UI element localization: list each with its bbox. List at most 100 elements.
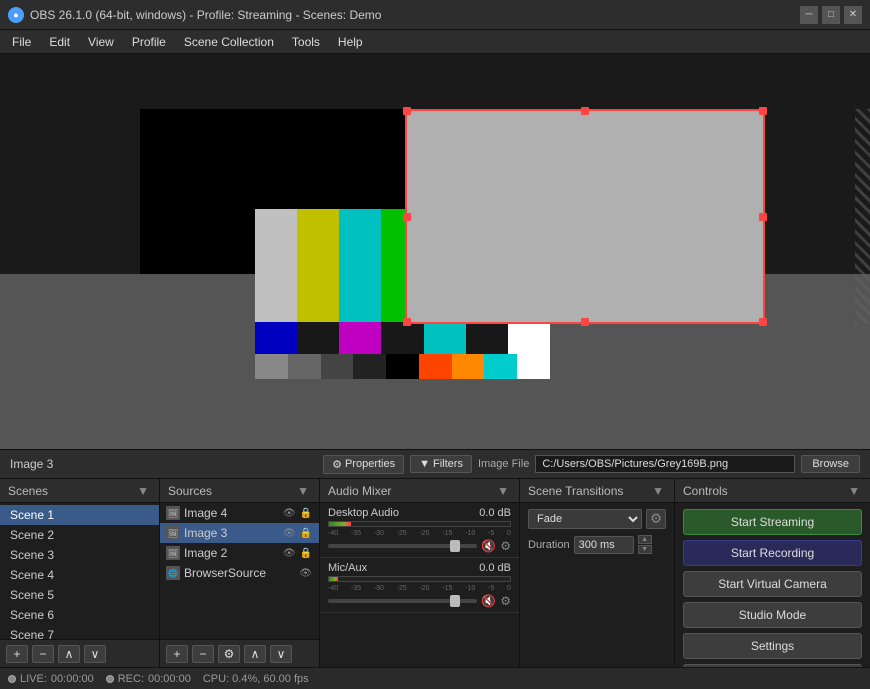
scene-item-1[interactable]: Scene 1 [0, 505, 159, 525]
scenes-add-button[interactable]: + [6, 645, 28, 663]
duration-spinner: ▲ ▼ [638, 535, 652, 554]
ramp-white [517, 354, 550, 379]
scene-item-4[interactable]: Scene 4 [0, 565, 159, 585]
scenes-list: Scene 1 Scene 2 Scene 3 Scene 4 Scene 5 … [0, 503, 159, 639]
mic-audio-name: Mic/Aux [328, 562, 367, 574]
scenes-filter-icon[interactable]: ▼ [135, 484, 151, 498]
source-controls-image2: 👁 🔒 [282, 548, 313, 559]
desktop-fader-thumb[interactable] [450, 540, 460, 552]
sources-panel-title: Sources [168, 484, 212, 498]
scene-item-7[interactable]: Scene 7 [0, 625, 159, 639]
scenes-move-down-button[interactable]: ∨ [84, 645, 106, 663]
source-item-browser[interactable]: 🌐 BrowserSource 👁 [160, 563, 319, 583]
studio-mode-button[interactable]: Studio Mode [683, 602, 862, 628]
handle-ml [403, 213, 411, 221]
transition-type-row: Fade Cut Swipe ⚙ [528, 509, 666, 529]
audio-panel-header: Audio Mixer ▼ [320, 479, 519, 503]
handle-tm [581, 107, 589, 115]
source-eye-image2[interactable]: 👁 [282, 548, 297, 559]
handle-br [759, 318, 767, 326]
source-lock-image4[interactable]: 🔒 [299, 508, 313, 519]
scene-transitions-panel: Scene Transitions ▼ Fade Cut Swipe ⚙ Dur… [520, 479, 675, 667]
menu-edit[interactable]: Edit [41, 33, 78, 51]
menu-view[interactable]: View [80, 33, 122, 51]
menu-scene-collection[interactable]: Scene Collection [176, 33, 282, 51]
menu-tools[interactable]: Tools [284, 33, 328, 51]
transition-controls: Fade Cut Swipe ⚙ Duration ▲ ▼ [520, 503, 674, 560]
source-controls-browser: 👁 [298, 568, 313, 579]
ramp-orange [419, 354, 452, 379]
title-text: OBS 26.1.0 (64-bit, windows) - Profile: … [30, 8, 381, 22]
scene-item-2[interactable]: Scene 2 [0, 525, 159, 545]
desktop-settings-button[interactable]: ⚙ [500, 539, 511, 553]
gear-icon-props: ⚙ [332, 458, 342, 471]
status-live-label: LIVE: [20, 673, 47, 685]
desktop-audio-meter [328, 521, 511, 527]
audio-filter-icon[interactable]: ▼ [495, 484, 511, 498]
duration-input[interactable] [574, 536, 634, 554]
minimize-button[interactable]: ─ [800, 6, 818, 24]
scene-item-6[interactable]: Scene 6 [0, 605, 159, 625]
start-virtual-camera-button[interactable]: Start Virtual Camera [683, 571, 862, 597]
scene-item-5[interactable]: Scene 5 [0, 585, 159, 605]
sources-settings-button[interactable]: ⚙ [218, 645, 240, 663]
desktop-fader[interactable] [328, 544, 477, 548]
controls-filter-icon[interactable]: ▼ [846, 484, 862, 498]
bar-b-blue [255, 322, 297, 354]
menu-bar: File Edit View Profile Scene Collection … [0, 30, 870, 54]
source-eye-image4[interactable]: 👁 [282, 508, 297, 519]
controls-panel-actions: ▼ [846, 484, 862, 498]
menu-help[interactable]: Help [330, 33, 371, 51]
active-source-label: Image 3 [10, 457, 317, 471]
transition-gear-button[interactable]: ⚙ [646, 509, 666, 529]
exit-button[interactable]: Exit [683, 664, 862, 667]
sources-panel-footer: + − ⚙ ∧ ∨ [160, 639, 319, 667]
audio-tracks-container: Desktop Audio 0.0 dB -40-35-30-25-20-15-… [320, 503, 519, 667]
sources-add-button[interactable]: + [166, 645, 188, 663]
filters-button[interactable]: ▼ Filters [410, 455, 472, 473]
sources-move-down-button[interactable]: ∨ [270, 645, 292, 663]
scenes-panel-actions: ▼ [135, 484, 151, 498]
source-eye-image3[interactable]: 👁 [282, 528, 297, 539]
source-item-image3[interactable]: 🖼 Image 3 👁 🔒 [160, 523, 319, 543]
source-item-image4[interactable]: 🖼 Image 4 👁 🔒 [160, 503, 319, 523]
scenes-panel-footer: + − ∧ ∨ [0, 639, 159, 667]
mic-fader-thumb[interactable] [450, 595, 460, 607]
file-path-input[interactable] [535, 455, 795, 473]
source-item-image2[interactable]: 🖼 Image 2 👁 🔒 [160, 543, 319, 563]
sources-filter-icon[interactable]: ▼ [295, 484, 311, 498]
start-recording-button[interactable]: Start Recording [683, 540, 862, 566]
desktop-mute-button[interactable]: 🔇 [481, 539, 496, 553]
menu-profile[interactable]: Profile [124, 33, 174, 51]
sources-move-up-button[interactable]: ∧ [244, 645, 266, 663]
mic-mute-button[interactable]: 🔇 [481, 594, 496, 608]
source-eye-browser[interactable]: 👁 [298, 568, 313, 579]
duration-spin-down[interactable]: ▼ [638, 545, 652, 554]
bar-b-dark [297, 322, 339, 354]
properties-button[interactable]: ⚙ Properties [323, 455, 404, 474]
status-rec-label: REC: [118, 673, 144, 685]
browse-button[interactable]: Browse [801, 455, 860, 473]
scenes-move-up-button[interactable]: ∧ [58, 645, 80, 663]
source-icon-image3: 🖼 [166, 526, 180, 540]
label-bar: Image 3 ⚙ Properties ▼ Filters Image Fil… [0, 449, 870, 479]
mic-settings-button[interactable]: ⚙ [500, 594, 511, 608]
settings-button[interactable]: Settings [683, 633, 862, 659]
transition-type-select[interactable]: Fade Cut Swipe [528, 509, 642, 529]
duration-spin-up[interactable]: ▲ [638, 535, 652, 544]
scenes-remove-button[interactable]: − [32, 645, 54, 663]
transitions-filter-icon[interactable]: ▼ [650, 484, 666, 498]
source-lock-image2[interactable]: 🔒 [299, 548, 313, 559]
source-lock-image3[interactable]: 🔒 [299, 528, 313, 539]
mic-fader-row: 🔇 ⚙ [328, 594, 511, 608]
status-live-time: 00:00:00 [51, 673, 94, 685]
menu-file[interactable]: File [4, 33, 39, 51]
sources-remove-button[interactable]: − [192, 645, 214, 663]
start-streaming-button[interactable]: Start Streaming [683, 509, 862, 535]
greyscale-ramp [255, 354, 550, 379]
sources-panel: Sources ▼ 🖼 Image 4 👁 🔒 🖼 Image 3 👁 [160, 479, 320, 667]
mic-fader[interactable] [328, 599, 477, 603]
close-button[interactable]: ✕ [844, 6, 862, 24]
scene-item-3[interactable]: Scene 3 [0, 545, 159, 565]
maximize-button[interactable]: □ [822, 6, 840, 24]
